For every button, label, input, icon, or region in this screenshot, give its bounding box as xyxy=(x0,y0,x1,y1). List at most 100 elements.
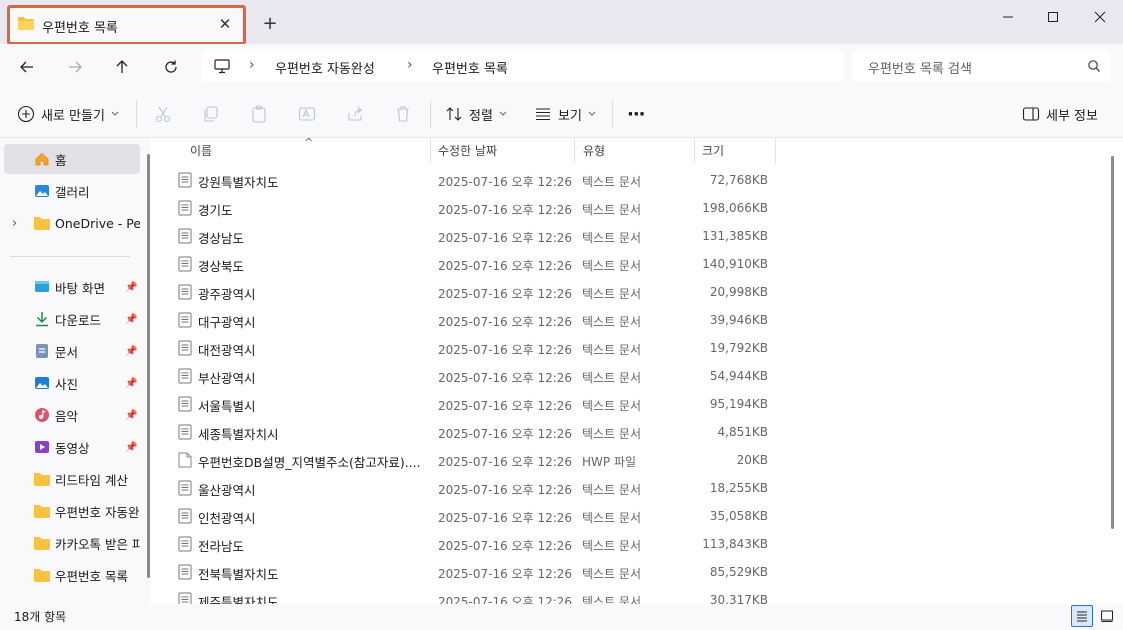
table-row[interactable]: 서울특별시 2025-07-16 오후 12:26 텍스트 문서 95,194KB xyxy=(156,390,1106,418)
sidebar-item-gallery[interactable]: 갤러리 xyxy=(4,176,140,206)
chevron-right-icon[interactable]: › xyxy=(12,216,17,231)
new-button[interactable]: 새로 만들기 xyxy=(17,102,119,126)
table-row[interactable]: 세종특별자치시 2025-07-16 오후 12:26 텍스트 문서 4,851KB xyxy=(156,418,1106,446)
cut-button[interactable] xyxy=(153,104,173,124)
details-pane-button[interactable]: 세부 정보 xyxy=(1022,102,1098,126)
file-type: 텍스트 문서 xyxy=(582,259,642,273)
table-row[interactable]: 제주특별자치도 2025-07-16 오후 12:26 텍스트 문서 30,317KB xyxy=(156,586,1106,604)
file-name: 강원특별자치도 xyxy=(198,175,279,190)
table-row[interactable]: 전라남도 2025-07-16 오후 12:26 텍스트 문서 113,843KB xyxy=(156,530,1106,558)
close-icon xyxy=(1094,11,1106,23)
column-divider[interactable] xyxy=(775,138,776,164)
sidebar-item-zipcode-autocomplete-folder[interactable]: 우편번호 자동완 xyxy=(4,496,140,526)
arrow-right-icon xyxy=(69,61,82,73)
scissors-icon xyxy=(155,106,171,123)
folder-icon xyxy=(18,17,34,30)
file-modified-date: 2025-07-16 오후 12:26 xyxy=(438,315,573,329)
details-view-button[interactable] xyxy=(1071,605,1093,627)
table-row[interactable]: 울산광역시 2025-07-16 오후 12:26 텍스트 문서 18,255KB xyxy=(156,474,1106,502)
column-divider[interactable] xyxy=(574,138,575,164)
up-button[interactable] xyxy=(110,55,134,79)
pin-icon: 📌 xyxy=(125,377,138,389)
tab-current[interactable]: 우편번호 목록 ✕ xyxy=(10,8,242,44)
table-row[interactable]: 우편번호DB설명_지역별주소(참고자료).... 2025-07-16 오후 12… xyxy=(156,446,1106,474)
table-row[interactable]: 대전광역시 2025-07-16 오후 12:26 텍스트 문서 19,792KB xyxy=(156,334,1106,362)
text-file-icon xyxy=(178,480,192,496)
back-button[interactable] xyxy=(15,55,39,79)
copy-button[interactable] xyxy=(201,104,221,124)
new-tab-button[interactable]: + xyxy=(260,14,280,34)
sidebar-item-desktop[interactable]: 바탕 화면 📌 xyxy=(4,272,140,302)
status-bar: 18개 항목 xyxy=(0,604,1123,630)
sidebar-item-onedrive[interactable]: › OneDrive - Pers xyxy=(4,208,140,238)
table-row[interactable]: 전북특별자치도 2025-07-16 오후 12:26 텍스트 문서 85,529KB xyxy=(156,558,1106,586)
pin-icon: 📌 xyxy=(125,345,138,357)
share-button[interactable] xyxy=(345,104,365,124)
breadcrumb-item-zipcode-autocomplete[interactable]: 우편번호 자동완성 xyxy=(275,58,375,77)
minimize-button[interactable] xyxy=(993,6,1023,28)
rename-icon xyxy=(298,107,316,121)
column-header-name[interactable]: 이름 xyxy=(190,142,212,166)
sidebar-item-pictures[interactable]: 사진 📌 xyxy=(4,368,140,398)
breadcrumb-separator: › xyxy=(249,57,255,73)
table-row[interactable]: 경상북도 2025-07-16 오후 12:26 텍스트 문서 140,910KB xyxy=(156,250,1106,278)
search-input[interactable]: 우편번호 목록 검색 xyxy=(852,51,1111,82)
sidebar-item-videos[interactable]: 동영상 📌 xyxy=(4,432,140,462)
maximize-button[interactable] xyxy=(1038,6,1068,28)
paste-button[interactable] xyxy=(249,104,269,124)
sidebar-item-kakaotalk-folder[interactable]: 카카오톡 받은 파 xyxy=(4,528,140,558)
pictures-icon xyxy=(34,375,50,391)
column-divider[interactable] xyxy=(694,138,695,164)
forward-button[interactable] xyxy=(63,55,87,79)
sidebar-item-music[interactable]: 음악 📌 xyxy=(4,400,140,430)
file-name: 울산광역시 xyxy=(198,483,256,498)
file-type: 텍스트 문서 xyxy=(582,371,642,385)
close-button[interactable] xyxy=(1085,6,1115,28)
column-header-type[interactable]: 유형 xyxy=(583,142,605,166)
sidebar-item-leadtime-folder[interactable]: 리드타임 계산 xyxy=(4,464,140,494)
table-row[interactable]: 경상남도 2025-07-16 오후 12:26 텍스트 문서 131,385KB xyxy=(156,222,1106,250)
table-row[interactable]: 경기도 2025-07-16 오후 12:26 텍스트 문서 198,066KB xyxy=(156,194,1106,222)
sort-button[interactable]: 정렬 xyxy=(445,102,507,126)
delete-button[interactable] xyxy=(393,104,413,124)
computer-icon xyxy=(214,59,230,74)
column-divider[interactable] xyxy=(430,138,431,164)
table-row[interactable]: 인천광역시 2025-07-16 오후 12:26 텍스트 문서 35,058KB xyxy=(156,502,1106,530)
file-modified-date: 2025-07-16 오후 12:26 xyxy=(438,511,573,525)
breadcrumb-item-zipcode-list[interactable]: 우편번호 목록 xyxy=(432,58,508,77)
sidebar-item-home[interactable]: 홈 xyxy=(4,144,140,174)
arrow-up-icon xyxy=(116,60,128,73)
file-modified-date: 2025-07-16 오후 12:26 xyxy=(438,595,573,604)
file-size: 54,944KB xyxy=(709,369,768,383)
column-header-modified[interactable]: 수정한 날짜 xyxy=(438,142,497,166)
file-name: 경기도 xyxy=(198,203,233,218)
pin-icon: 📌 xyxy=(125,409,138,421)
table-row[interactable]: 부산광역시 2025-07-16 오후 12:26 텍스트 문서 54,944KB xyxy=(156,362,1106,390)
view-button[interactable]: 보기 xyxy=(534,102,596,126)
text-file-icon xyxy=(178,564,192,580)
tab-close-icon[interactable]: ✕ xyxy=(216,15,234,33)
address-bar[interactable]: › 우편번호 자동완성 › 우편번호 목록 xyxy=(202,51,844,82)
sidebar-item-zipcode-list-folder[interactable]: 우편번호 목록 xyxy=(4,560,140,590)
folder-icon xyxy=(34,535,50,551)
sidebar-divider xyxy=(10,256,130,257)
file-size: 198,066KB xyxy=(702,201,768,215)
toolbar-divider xyxy=(136,100,137,128)
refresh-button[interactable] xyxy=(159,55,183,79)
rename-button[interactable] xyxy=(297,104,317,124)
sidebar-item-documents[interactable]: 문서 📌 xyxy=(4,336,140,366)
sidebar-scrollbar[interactable] xyxy=(147,154,150,578)
new-button-label: 새로 만들기 xyxy=(41,108,105,124)
more-options-button[interactable]: ··· xyxy=(627,102,645,126)
table-row[interactable]: 대구광역시 2025-07-16 오후 12:26 텍스트 문서 39,946KB xyxy=(156,306,1106,334)
column-header-size[interactable]: 크기 xyxy=(702,142,724,166)
sidebar-item-downloads[interactable]: 다운로드 📌 xyxy=(4,304,140,334)
file-list-scrollbar[interactable] xyxy=(1111,156,1114,529)
tiles-view-button[interactable] xyxy=(1096,605,1118,627)
text-file-icon xyxy=(178,340,192,356)
file-type: 텍스트 문서 xyxy=(582,539,642,553)
search-placeholder: 우편번호 목록 검색 xyxy=(868,62,972,77)
table-row[interactable]: 광주광역시 2025-07-16 오후 12:26 텍스트 문서 20,998KB xyxy=(156,278,1106,306)
file-size: 35,058KB xyxy=(709,509,768,523)
table-row[interactable]: 강원특별자치도 2025-07-16 오후 12:26 텍스트 문서 72,768KB xyxy=(156,166,1106,194)
